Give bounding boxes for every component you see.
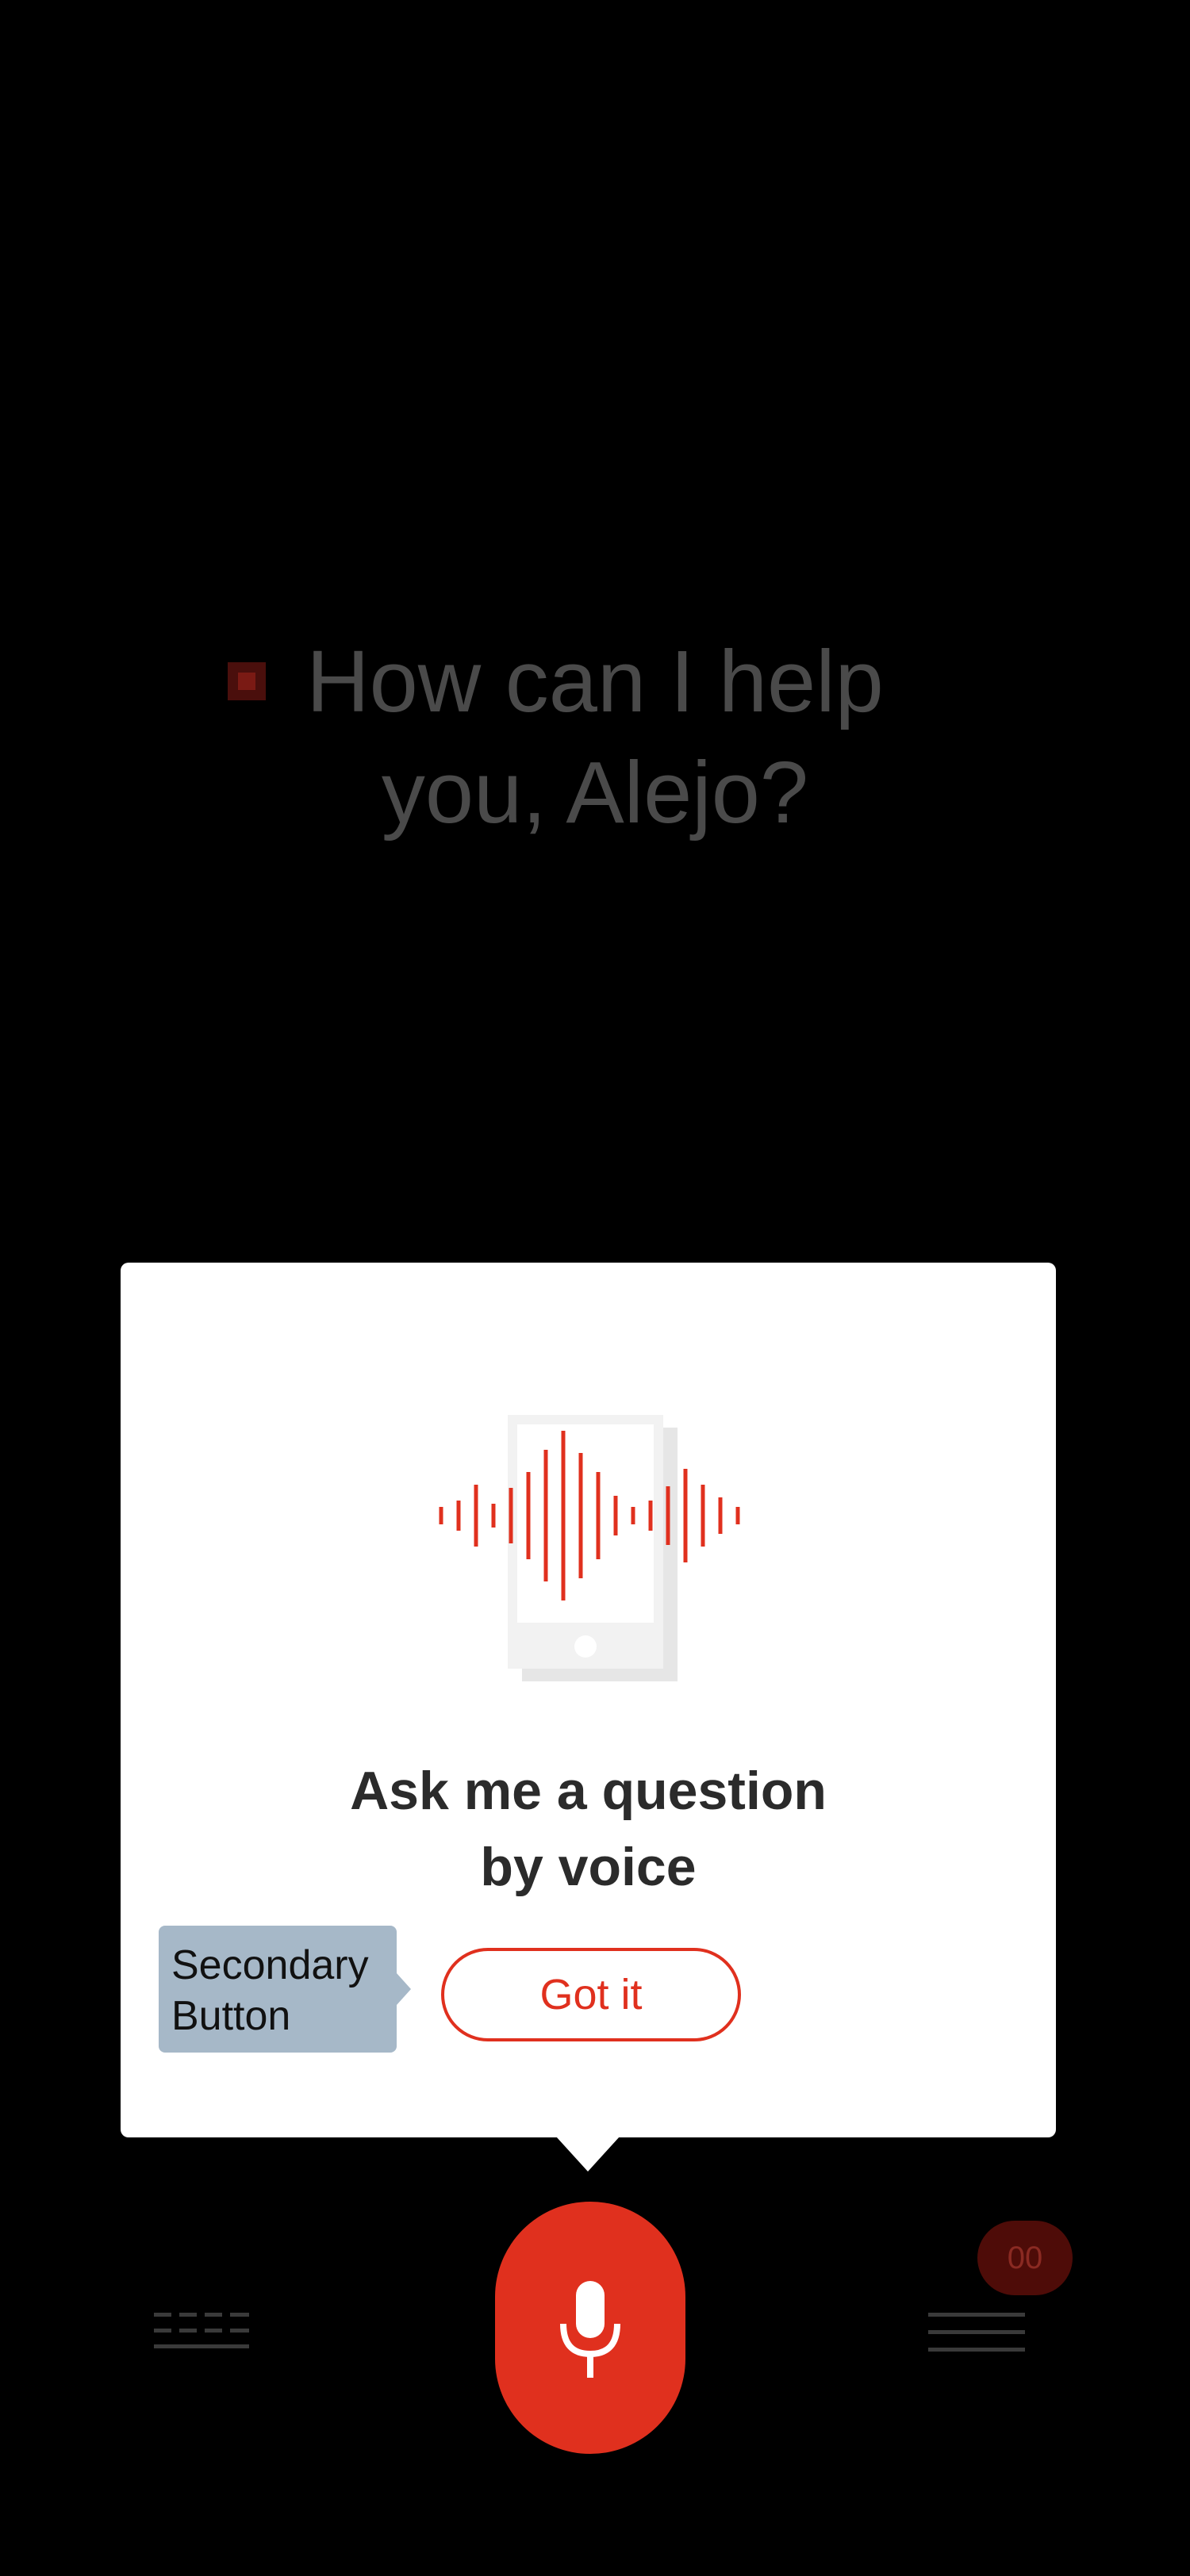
- modal-title-line-1: Ask me a question: [350, 1761, 827, 1821]
- annotation-line-1: Secondary: [171, 1942, 369, 1988]
- phone-voice-waveform-icon: [439, 1415, 740, 1681]
- microphone-icon: [560, 2281, 620, 2378]
- modal-title-line-2: by voice: [480, 1837, 697, 1897]
- modal-title: Ask me a question by voice: [121, 1753, 1056, 1905]
- greeting-text: How can I help you, Alejo?: [0, 627, 1190, 849]
- greeting-line-2: you, Alejo?: [381, 744, 809, 841]
- secondary-button-annotation: Secondary Button: [159, 1926, 411, 2053]
- keyboard-icon[interactable]: [154, 2313, 249, 2352]
- microphone-button[interactable]: [495, 2202, 685, 2454]
- menu-icon[interactable]: [928, 2313, 1025, 2354]
- modal-pointer: [556, 2137, 620, 2172]
- assistant-screen: How can I help you, Alejo? Ask me a ques…: [0, 0, 1190, 2576]
- annotation-line-2: Button: [171, 1993, 291, 2039]
- got-it-button[interactable]: Got it: [441, 1948, 741, 2041]
- notification-badge: 00: [977, 2221, 1073, 2295]
- greeting-line-1: How can I help: [306, 633, 884, 730]
